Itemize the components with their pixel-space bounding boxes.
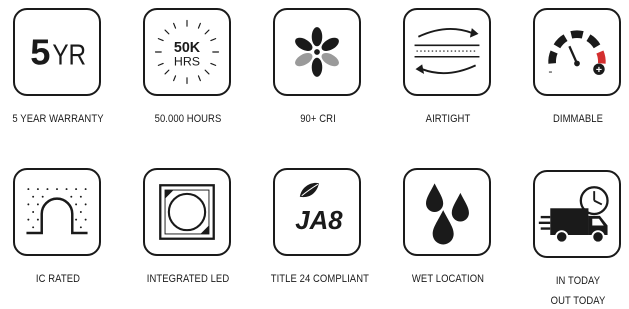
feature-label: IC RATED bbox=[35, 273, 81, 285]
truck-clock-icon bbox=[533, 170, 621, 258]
svg-text:+: + bbox=[596, 64, 602, 76]
feature-label: INTEGRATED LED bbox=[146, 273, 230, 285]
feature-label: 5 YEAR WARRANTY bbox=[12, 113, 104, 125]
feature-label: 90+ CRI bbox=[300, 113, 336, 125]
airtight-arrows-icon bbox=[403, 8, 491, 96]
ic-rated-insulation-icon bbox=[13, 168, 101, 256]
svg-text:HRS: HRS bbox=[174, 54, 200, 68]
svg-text:JA8: JA8 bbox=[295, 207, 343, 235]
ja8-leaf-icon: JA8 bbox=[273, 168, 361, 256]
feature-label: DIMMABLE bbox=[552, 113, 604, 125]
cri-flower-icon bbox=[273, 8, 361, 96]
feature-label: TITLE 24 COMPLIANT bbox=[270, 273, 369, 285]
label-line-1: IN TODAY bbox=[555, 275, 601, 287]
feature-label: WET LOCATION bbox=[411, 273, 485, 285]
feature-label-multiline: IN TODAY OUT TODAY bbox=[531, 274, 626, 308]
warranty-5yr-icon: 5 YR bbox=[13, 8, 101, 96]
svg-text:-: - bbox=[548, 64, 552, 78]
integrated-led-chip-icon bbox=[143, 168, 231, 256]
dimmer-gauge-icon: - + bbox=[533, 8, 621, 96]
water-drops-icon bbox=[403, 168, 491, 256]
svg-text:5: 5 bbox=[30, 31, 50, 72]
svg-text:YR: YR bbox=[52, 39, 86, 71]
label-line-2: OUT TODAY bbox=[550, 295, 606, 307]
hours-50k-icon: 50K HRS bbox=[143, 8, 231, 96]
feature-label: 50.000 HOURS bbox=[154, 113, 222, 125]
feature-label: AIRTIGHT bbox=[425, 113, 471, 125]
